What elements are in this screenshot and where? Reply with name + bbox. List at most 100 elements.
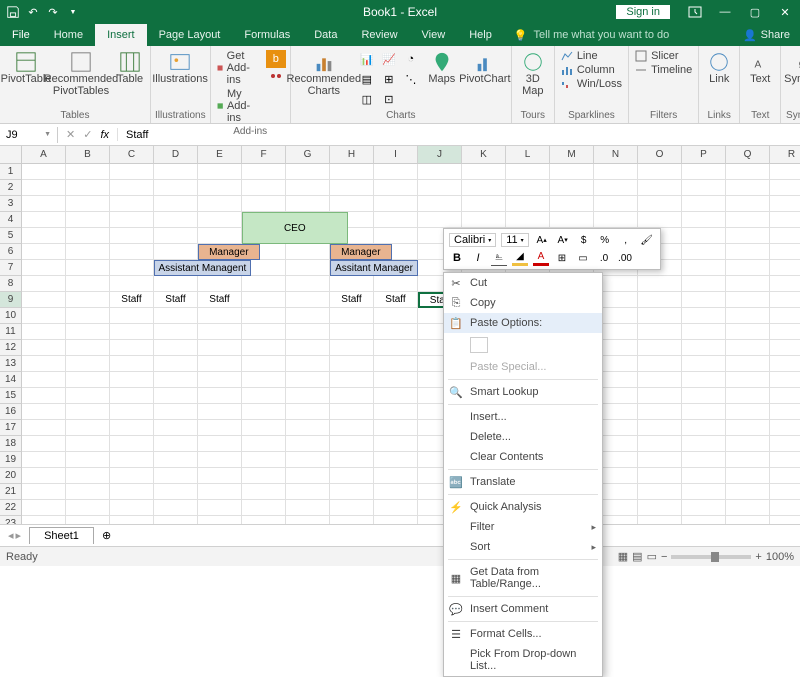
- menu-copy[interactable]: ⎘Copy: [444, 293, 602, 313]
- cell[interactable]: [110, 164, 154, 180]
- column-header[interactable]: P: [682, 146, 726, 164]
- cell[interactable]: [682, 404, 726, 420]
- cell[interactable]: [726, 340, 770, 356]
- cell[interactable]: [22, 404, 66, 420]
- cell[interactable]: [22, 340, 66, 356]
- cell[interactable]: [242, 292, 286, 308]
- fill-color-icon[interactable]: ◢: [512, 250, 528, 266]
- tab-insert[interactable]: Insert: [95, 24, 147, 46]
- cell[interactable]: [770, 308, 800, 324]
- cell[interactable]: [330, 452, 374, 468]
- row-header[interactable]: 15: [0, 388, 22, 404]
- cell[interactable]: [22, 244, 66, 260]
- cell[interactable]: [242, 276, 286, 292]
- cell[interactable]: [286, 420, 330, 436]
- cell[interactable]: [682, 164, 726, 180]
- column-header[interactable]: E: [198, 146, 242, 164]
- row-header[interactable]: 21: [0, 484, 22, 500]
- cell[interactable]: [198, 356, 242, 372]
- cell[interactable]: [154, 164, 198, 180]
- cell[interactable]: [242, 372, 286, 388]
- cell[interactable]: [242, 356, 286, 372]
- cell[interactable]: [330, 436, 374, 452]
- cell[interactable]: [110, 404, 154, 420]
- cell[interactable]: [682, 356, 726, 372]
- qat-more-icon[interactable]: ▼: [66, 5, 80, 19]
- cell[interactable]: [66, 180, 110, 196]
- cell[interactable]: [286, 372, 330, 388]
- cell[interactable]: [770, 436, 800, 452]
- cell[interactable]: [682, 516, 726, 524]
- cell[interactable]: [506, 180, 550, 196]
- cell[interactable]: [330, 420, 374, 436]
- cell[interactable]: [110, 244, 154, 260]
- cell[interactable]: [770, 324, 800, 340]
- cell[interactable]: [374, 388, 418, 404]
- percent-icon[interactable]: %: [597, 232, 613, 248]
- cell[interactable]: [682, 292, 726, 308]
- cell[interactable]: [374, 468, 418, 484]
- sparkline-line-button[interactable]: Line: [559, 50, 624, 62]
- cell[interactable]: [330, 484, 374, 500]
- cell[interactable]: [638, 276, 682, 292]
- mini-font-select[interactable]: Calibri▾: [449, 233, 496, 247]
- bold-icon[interactable]: B: [449, 250, 465, 266]
- cell[interactable]: [374, 228, 418, 244]
- 3d-map-button[interactable]: 3D Map: [516, 48, 550, 97]
- cell[interactable]: [110, 276, 154, 292]
- cell[interactable]: [638, 484, 682, 500]
- menu-quick-analysis[interactable]: ⚡Quick Analysis: [444, 497, 602, 517]
- cell[interactable]: [286, 164, 330, 180]
- row-header[interactable]: 6: [0, 244, 22, 260]
- cell[interactable]: [374, 212, 418, 228]
- cell[interactable]: [66, 276, 110, 292]
- select-all-triangle[interactable]: [0, 146, 22, 164]
- cell[interactable]: [726, 500, 770, 516]
- cell[interactable]: [66, 260, 110, 276]
- menu-sort[interactable]: Sort: [444, 537, 602, 557]
- cell[interactable]: [726, 436, 770, 452]
- cell[interactable]: [770, 244, 800, 260]
- cell[interactable]: [682, 436, 726, 452]
- tab-review[interactable]: Review: [349, 24, 409, 46]
- cell[interactable]: [286, 388, 330, 404]
- cell[interactable]: [198, 180, 242, 196]
- cell[interactable]: [638, 212, 682, 228]
- cell[interactable]: Staff: [110, 292, 154, 308]
- sheet-nav-prev-icon[interactable]: ◂: [8, 529, 14, 542]
- illustrations-button[interactable]: Illustrations: [155, 48, 205, 85]
- cell[interactable]: [682, 276, 726, 292]
- sheet-nav-next-icon[interactable]: ▸: [16, 529, 22, 542]
- cell[interactable]: [638, 500, 682, 516]
- cell[interactable]: [22, 388, 66, 404]
- cell[interactable]: [374, 340, 418, 356]
- cell[interactable]: [374, 452, 418, 468]
- cell[interactable]: [638, 292, 682, 308]
- cell[interactable]: [198, 484, 242, 500]
- menu-clear-contents[interactable]: Clear Contents: [444, 447, 602, 467]
- cell[interactable]: [726, 468, 770, 484]
- sheet-tab[interactable]: Sheet1: [29, 527, 94, 544]
- cell[interactable]: [198, 452, 242, 468]
- cell[interactable]: Assistant Managent: [154, 260, 251, 276]
- cell[interactable]: [242, 468, 286, 484]
- cell[interactable]: [726, 260, 770, 276]
- cell[interactable]: [154, 244, 198, 260]
- decrease-font-icon[interactable]: A▾: [555, 232, 571, 248]
- cell[interactable]: [726, 196, 770, 212]
- column-header[interactable]: M: [550, 146, 594, 164]
- cell[interactable]: [374, 276, 418, 292]
- underline-icon[interactable]: ⎁: [491, 250, 507, 266]
- cell[interactable]: [242, 484, 286, 500]
- scatter-chart-icon[interactable]: ⋱: [401, 70, 421, 88]
- cell[interactable]: [198, 324, 242, 340]
- name-box[interactable]: J9▼: [0, 127, 58, 143]
- cell[interactable]: [22, 292, 66, 308]
- row-header[interactable]: 4: [0, 212, 22, 228]
- cell[interactable]: Staff: [374, 292, 418, 308]
- menu-insert[interactable]: Insert...: [444, 407, 602, 427]
- row-header[interactable]: 8: [0, 276, 22, 292]
- cell[interactable]: [330, 404, 374, 420]
- cell[interactable]: [198, 228, 242, 244]
- cell[interactable]: [726, 308, 770, 324]
